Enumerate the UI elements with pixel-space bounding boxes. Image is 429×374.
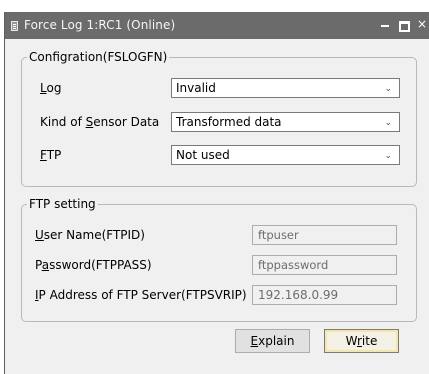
log-label: Log bbox=[40, 81, 62, 95]
ftp-dropdown[interactable]: Not used ⌄ bbox=[171, 145, 400, 165]
user-name-label: User Name(FTPID) bbox=[35, 228, 145, 242]
ip-address-label: IP Address of FTP Server(FTPSVRIP) bbox=[35, 288, 247, 302]
configuration-legend: Configration(FSLOGFN) bbox=[29, 50, 168, 64]
ftp-setting-legend: FTP setting bbox=[29, 197, 96, 211]
force-log-window: Force Log 1:RC1 (Online) × Configration(… bbox=[4, 12, 429, 374]
sensor-data-dropdown-value: Transformed data bbox=[176, 115, 282, 129]
write-button[interactable]: Write bbox=[324, 329, 399, 353]
password-label: Password(FTPPASS) bbox=[35, 258, 152, 272]
chevron-down-icon: ⌄ bbox=[384, 84, 392, 94]
chevron-down-icon: ⌄ bbox=[384, 151, 392, 161]
sensor-data-label: Kind of Sensor Data bbox=[40, 115, 160, 129]
ftp-label: FTP bbox=[40, 148, 62, 162]
title-bar[interactable]: Force Log 1:RC1 (Online) × bbox=[5, 12, 429, 39]
user-name-field[interactable]: ftpuser bbox=[252, 225, 397, 245]
maximize-icon[interactable] bbox=[395, 16, 411, 32]
explain-button[interactable]: Explain bbox=[235, 329, 310, 353]
window-title: Force Log 1:RC1 (Online) bbox=[24, 18, 176, 32]
chevron-down-icon: ⌄ bbox=[384, 118, 392, 128]
ip-address-field[interactable]: 192.168.0.99 bbox=[252, 285, 397, 305]
password-field[interactable]: ftppassword bbox=[252, 255, 397, 275]
log-dropdown-value: Invalid bbox=[176, 81, 216, 95]
app-icon bbox=[11, 21, 18, 31]
sensor-data-dropdown[interactable]: Transformed data ⌄ bbox=[171, 112, 400, 132]
ftp-dropdown-value: Not used bbox=[176, 148, 230, 162]
close-icon[interactable]: × bbox=[414, 16, 429, 32]
log-dropdown[interactable]: Invalid ⌄ bbox=[171, 78, 400, 98]
minimize-icon[interactable] bbox=[377, 16, 393, 32]
